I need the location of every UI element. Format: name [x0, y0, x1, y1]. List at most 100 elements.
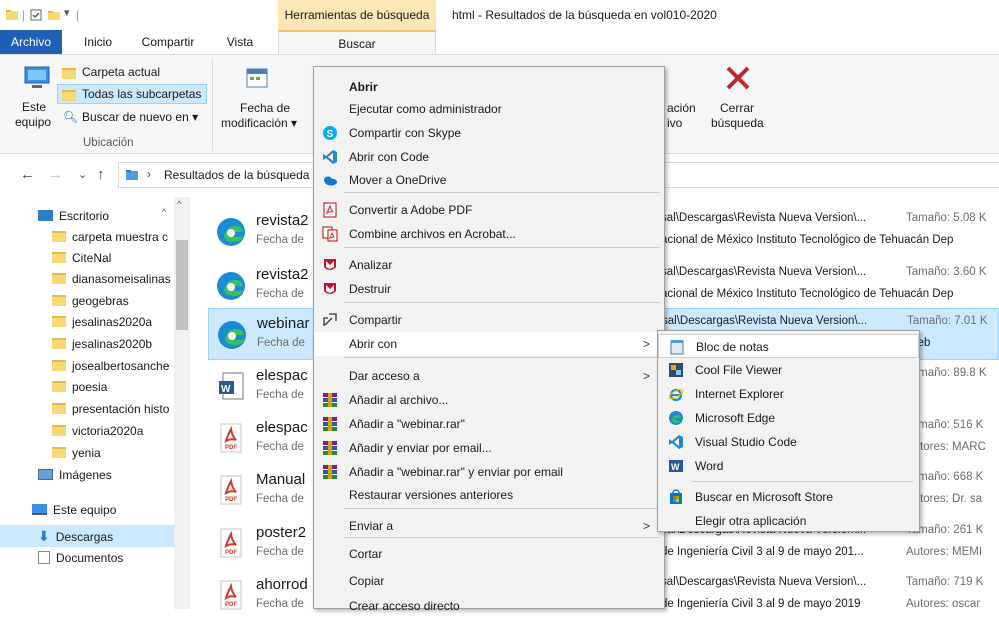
- nav-item[interactable]: dianasomeisalinas: [52, 268, 174, 290]
- collapse-arrow-icon[interactable]: ^: [162, 207, 166, 217]
- close-search-icon[interactable]: [725, 65, 751, 91]
- new-folder-icon[interactable]: [48, 9, 60, 21]
- tab-archivo[interactable]: Archivo: [0, 30, 62, 54]
- folder-icon[interactable]: [6, 9, 18, 21]
- buscar-de-nuevo-button[interactable]: Buscar de nuevo en ▾: [82, 110, 198, 124]
- nav-item[interactable]: Imágenes: [38, 464, 174, 486]
- calendar-icon[interactable]: [246, 67, 268, 89]
- open-with-item[interactable]: Cool File Viewer: [658, 358, 919, 382]
- open-with-item[interactable]: Visual Studio Code: [658, 430, 919, 454]
- nav-item[interactable]: poesia: [52, 376, 174, 398]
- context-menu-item[interactable]: Compartir: [314, 308, 664, 332]
- context-menu-item[interactable]: Abrir: [314, 75, 664, 99]
- download-arrow-icon: ⬇: [38, 528, 50, 544]
- context-menu-item[interactable]: Destruir: [314, 277, 664, 301]
- context-menu-item-label: Restaurar versiones anteriores: [349, 488, 514, 502]
- nav-item[interactable]: Escritorio: [38, 205, 174, 227]
- customize-qat-icon[interactable]: ▾: [64, 6, 70, 19]
- carpeta-actual-button[interactable]: Carpeta actual: [82, 65, 160, 79]
- search-results-icon: [126, 170, 138, 180]
- cerrar-label-1[interactable]: Cerrar: [720, 101, 754, 115]
- context-menu-item[interactable]: Combine archivos en Acrobat...: [314, 222, 664, 246]
- context-menu-item-label: Combine archivos en Acrobat...: [349, 227, 516, 241]
- open-with-item[interactable]: Internet Explorer: [658, 382, 919, 406]
- properties-icon[interactable]: [30, 9, 42, 21]
- context-menu-item[interactable]: Añadir al archivo...: [314, 388, 664, 412]
- file-name: Manual: [256, 471, 306, 488]
- file-size: Tamaño: 719 K: [906, 576, 984, 588]
- cerrar-busqueda-button[interactable]: búsqueda: [711, 116, 764, 130]
- separator: |: [76, 8, 80, 22]
- nav-scrollbar-thumb[interactable]: [176, 240, 188, 330]
- nav-item[interactable]: josealbertosanche: [52, 355, 174, 377]
- nav-item-label: Documentos: [56, 551, 124, 565]
- back-arrow-icon[interactable]: ←: [20, 166, 35, 183]
- este-equipo-label-2[interactable]: equipo: [15, 115, 51, 129]
- tab-compartir[interactable]: Compartir: [138, 30, 198, 54]
- context-menu-item[interactable]: Cortar: [314, 542, 664, 566]
- nav-item[interactable]: yenia: [52, 442, 174, 464]
- nav-item[interactable]: Este equipo: [32, 499, 174, 521]
- context-menu-item[interactable]: Restaurar versiones anteriores: [314, 483, 664, 507]
- nav-item[interactable]: presentación histo: [52, 398, 174, 420]
- tab-buscar[interactable]: Buscar: [278, 30, 436, 54]
- scroll-up-icon[interactable]: ^: [177, 199, 181, 209]
- open-with-item[interactable]: Bloc de notas: [658, 334, 919, 358]
- nav-item[interactable]: carpeta muestra c: [52, 226, 174, 248]
- context-menu-item-label: Dar acceso a: [349, 369, 420, 383]
- fecha-label-1[interactable]: Fecha de: [240, 101, 290, 115]
- file-name: elespac: [256, 419, 308, 436]
- up-arrow-icon[interactable]: ↑: [97, 166, 105, 183]
- open-with-item[interactable]: Elegir otra aplicación: [658, 509, 919, 533]
- context-menu-item[interactable]: Añadir a "webinar.rar" y enviar por emai…: [314, 460, 664, 484]
- ubicacion-archivo-label-2[interactable]: ivo: [667, 116, 682, 130]
- ubicacion-archivo-label-1[interactable]: ación: [667, 101, 696, 115]
- nav-item[interactable]: ⬇ Descargas: [0, 525, 174, 547]
- computer-icon[interactable]: [22, 63, 52, 93]
- nav-item[interactable]: victoria2020a: [52, 420, 174, 442]
- context-menu-item[interactable]: Abrir con >: [314, 332, 664, 356]
- este-equipo-label-1[interactable]: Este: [22, 100, 46, 114]
- fecha-modificacion-button[interactable]: modificación ▾: [221, 116, 297, 130]
- open-with-item-label: Bloc de notas: [696, 340, 769, 354]
- open-with-item[interactable]: Buscar en Microsoft Store: [658, 485, 919, 509]
- desktop-icon: [38, 210, 53, 221]
- context-menu-item[interactable]: Dar acceso a >: [314, 364, 664, 388]
- open-with-item[interactable]: W Word: [658, 454, 919, 478]
- edge-icon: [214, 268, 248, 304]
- context-menu-item[interactable]: Analizar: [314, 253, 664, 277]
- context-menu-item[interactable]: Convertir a Adobe PDF: [314, 198, 664, 222]
- nav-item[interactable]: Documentos: [38, 547, 174, 569]
- folder-icon: [52, 316, 66, 327]
- file-path: sal\Descargas\Revista Nueva Version\...: [661, 576, 867, 588]
- nav-item[interactable]: jesalinas2020b: [52, 333, 174, 355]
- pdf-icon: PDF: [214, 526, 248, 562]
- winrar-icon: [322, 416, 338, 432]
- nav-item[interactable]: geogebras: [52, 290, 174, 312]
- context-menu-item[interactable]: Copiar: [314, 569, 664, 593]
- tab-vista[interactable]: Vista: [220, 30, 260, 54]
- context-menu-item[interactable]: Añadir a "webinar.rar": [314, 412, 664, 436]
- open-with-submenu: Bloc de notas Cool File Viewer Internet Ex…: [657, 330, 920, 532]
- context-menu-item-label: Abrir con: [349, 337, 398, 351]
- tab-inicio[interactable]: Inicio: [78, 30, 118, 54]
- context-menu-item[interactable]: Añadir y enviar por email...: [314, 436, 664, 460]
- nav-item[interactable]: CiteNal: [52, 247, 174, 269]
- context-menu-item[interactable]: Mover a OneDrive: [314, 168, 664, 192]
- folder-icon: [52, 381, 66, 392]
- open-with-item-label: Cool File Viewer: [695, 363, 783, 377]
- pdf-icon: PDF: [214, 421, 248, 457]
- address-path[interactable]: Resultados de la búsqueda: [164, 168, 309, 182]
- forward-arrow-icon[interactable]: →: [48, 166, 63, 183]
- edge-icon: [215, 317, 249, 353]
- recent-locations-icon[interactable]: ⌄: [78, 168, 87, 181]
- context-menu-item[interactable]: Crear acceso directo: [314, 594, 664, 618]
- context-menu-item[interactable]: S Compartir con Skype: [314, 121, 664, 145]
- context-menu-item[interactable]: Ejecutar como administrador: [314, 97, 664, 121]
- open-with-item[interactable]: Microsoft Edge: [658, 406, 919, 430]
- file-name: revista2: [256, 212, 309, 229]
- context-menu-item[interactable]: Abrir con Code: [314, 145, 664, 169]
- context-menu-item[interactable]: Enviar a >: [314, 514, 664, 538]
- nav-item[interactable]: jesalinas2020a: [52, 311, 174, 333]
- nav-item-label: yenia: [72, 446, 101, 460]
